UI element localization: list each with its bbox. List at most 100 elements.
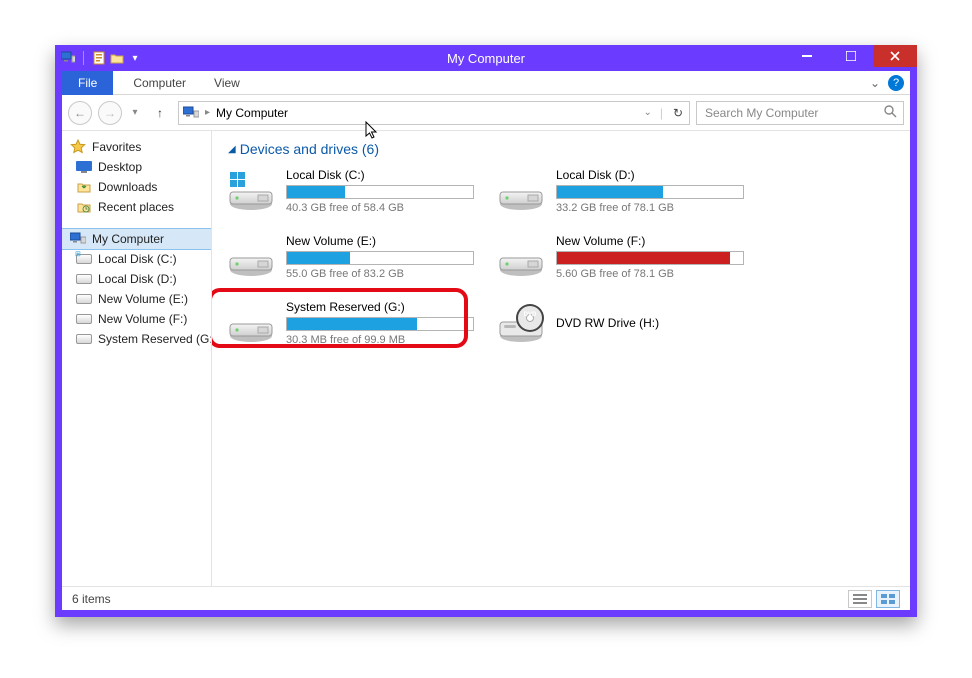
sidebar-label: My Computer: [92, 232, 164, 246]
breadcrumb-sep-icon[interactable]: ▸: [205, 107, 210, 118]
large-icons-view-button[interactable]: [876, 590, 900, 608]
window-client-area: File Computer View ⌄ ? ← → ▾ ↑ ▸ My Comp…: [62, 71, 910, 610]
close-button[interactable]: [873, 45, 917, 67]
sidebar-label: New Volume (F:): [98, 312, 187, 326]
body: Favorites Desktop Downloads Recent place…: [62, 131, 910, 586]
sidebar-item-recent-places[interactable]: Recent places: [62, 197, 211, 217]
sidebar-my-computer[interactable]: My Computer: [62, 229, 211, 249]
status-item-count: 6 items: [72, 592, 111, 606]
drive-name: DVD RW Drive (H:): [556, 316, 744, 330]
drive-info: Local Disk (C:) 40.3 GB free of 58.4 GB: [286, 168, 474, 214]
system-menu-icon[interactable]: [61, 51, 75, 65]
drive-info: New Volume (E:) 55.0 GB free of 83.2 GB: [286, 234, 474, 280]
drive-name: New Volume (F:): [556, 234, 744, 248]
drive-name: Local Disk (D:): [556, 168, 744, 182]
drive-name: System Reserved (G:): [286, 300, 474, 314]
computer-icon: [183, 105, 199, 121]
drive-name: Local Disk (C:): [286, 168, 474, 182]
drive-icon: [76, 291, 92, 307]
window-controls: [785, 45, 917, 67]
drive-tile[interactable]: System Reserved (G:) 30.3 MB free of 99.…: [228, 297, 478, 349]
tab-view[interactable]: View: [200, 71, 254, 95]
expand-ribbon-icon[interactable]: ⌄: [870, 76, 880, 90]
tab-file[interactable]: File: [62, 71, 113, 95]
sidebar-label: Downloads: [98, 180, 157, 194]
sidebar-drive-f[interactable]: New Volume (F:): [62, 309, 211, 329]
hard-drive-icon: [498, 236, 544, 278]
status-bar: 6 items: [62, 586, 910, 610]
drive-free-text: 40.3 GB free of 58.4 GB: [286, 202, 474, 214]
downloads-icon: [76, 179, 92, 195]
drive-icon: [76, 271, 92, 287]
content-area[interactable]: ◢ Devices and drives (6) Local Disk (C:)…: [212, 131, 910, 586]
drive-free-text: 5.60 GB free of 78.1 GB: [556, 268, 744, 280]
drive-usage-bar: [286, 317, 474, 331]
address-bar[interactable]: ▸ My Computer ⌄ | ↻: [178, 101, 690, 125]
sidebar-drive-e[interactable]: New Volume (E:): [62, 289, 211, 309]
tab-computer[interactable]: Computer: [119, 71, 200, 95]
section-header[interactable]: ◢ Devices and drives (6): [228, 141, 900, 157]
drive-free-text: 33.2 GB free of 78.1 GB: [556, 202, 744, 214]
recent-places-icon: [76, 199, 92, 215]
help-icon[interactable]: ?: [888, 75, 904, 91]
sidebar-label: Local Disk (C:): [98, 252, 177, 266]
maximize-button[interactable]: [829, 45, 873, 67]
drive-tile-dvd[interactable]: DVD RW Drive (H:): [498, 297, 748, 349]
drive-tile[interactable]: New Volume (E:) 55.0 GB free of 83.2 GB: [228, 231, 478, 283]
recent-locations-icon[interactable]: ▾: [128, 107, 142, 118]
sidebar-favorites-header[interactable]: Favorites: [62, 137, 211, 157]
navigation-pane: Favorites Desktop Downloads Recent place…: [62, 131, 212, 586]
sidebar-label: Recent places: [98, 200, 174, 214]
sidebar-item-downloads[interactable]: Downloads: [62, 177, 211, 197]
drive-icon: [76, 311, 92, 327]
drive-tile[interactable]: Local Disk (C:) 40.3 GB free of 58.4 GB: [228, 165, 478, 217]
hard-drive-icon: [228, 170, 274, 212]
details-view-button[interactable]: [848, 590, 872, 608]
forward-button[interactable]: →: [98, 101, 122, 125]
search-icon: [884, 105, 897, 121]
minimize-button[interactable]: [785, 45, 829, 67]
drive-grid: Local Disk (C:) 40.3 GB free of 58.4 GB …: [228, 165, 900, 349]
sidebar-drive-d[interactable]: Local Disk (D:): [62, 269, 211, 289]
sidebar-drive-g[interactable]: System Reserved (G:): [62, 329, 211, 349]
sidebar-drive-c[interactable]: ⊞ Local Disk (C:): [62, 249, 211, 269]
up-button[interactable]: ↑: [148, 101, 172, 125]
drive-usage-bar: [556, 251, 744, 265]
drive-icon: [76, 331, 92, 347]
sidebar-label: Desktop: [98, 160, 142, 174]
new-folder-icon[interactable]: [110, 51, 124, 65]
title-bar[interactable]: ▾ My Computer: [55, 45, 917, 71]
refresh-button[interactable]: ↻: [671, 106, 685, 120]
drive-free-text: 55.0 GB free of 83.2 GB: [286, 268, 474, 280]
quick-access-toolbar: ▾: [55, 51, 142, 65]
drive-free-text: 30.3 MB free of 99.9 MB: [286, 334, 474, 346]
favorites-label: Favorites: [92, 140, 141, 154]
drive-tile[interactable]: Local Disk (D:) 33.2 GB free of 78.1 GB: [498, 165, 748, 217]
customize-qat-icon[interactable]: ▾: [128, 51, 142, 65]
drive-usage-bar: [286, 251, 474, 265]
computer-icon: [70, 231, 86, 247]
hard-drive-icon: [228, 302, 274, 344]
explorer-window: ▾ My Computer File Computer View ⌄ ? ← →…: [55, 45, 917, 617]
sidebar-label: New Volume (E:): [98, 292, 188, 306]
dvd-drive-icon: [498, 302, 544, 344]
navigation-bar: ← → ▾ ↑ ▸ My Computer ⌄ | ↻: [62, 95, 910, 131]
search-input[interactable]: [703, 105, 884, 121]
drive-info: New Volume (F:) 5.60 GB free of 78.1 GB: [556, 234, 744, 280]
hard-drive-icon: [228, 236, 274, 278]
breadcrumb-dropdown-icon[interactable]: ⌄: [643, 107, 651, 118]
star-icon: [70, 139, 86, 155]
drive-info: Local Disk (D:) 33.2 GB free of 78.1 GB: [556, 168, 744, 214]
section-title: Devices and drives (6): [240, 141, 379, 157]
sidebar-item-desktop[interactable]: Desktop: [62, 157, 211, 177]
back-button[interactable]: ←: [68, 101, 92, 125]
sidebar-label: System Reserved (G:): [98, 332, 212, 346]
drive-usage-bar: [556, 185, 744, 199]
properties-icon[interactable]: [92, 51, 106, 65]
drive-usage-bar: [286, 185, 474, 199]
search-box[interactable]: [696, 101, 904, 125]
breadcrumb-current[interactable]: My Computer: [216, 106, 288, 120]
hard-drive-icon: [498, 170, 544, 212]
drive-tile[interactable]: New Volume (F:) 5.60 GB free of 78.1 GB: [498, 231, 748, 283]
collapse-triangle-icon[interactable]: ◢: [228, 144, 236, 155]
